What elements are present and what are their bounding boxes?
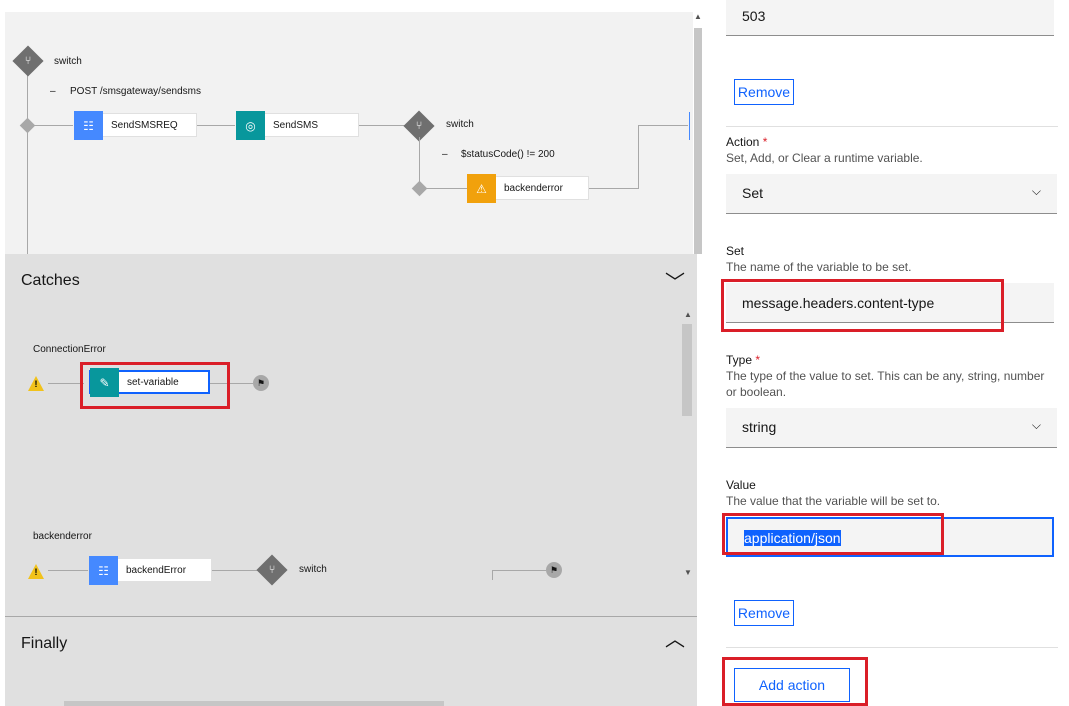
scroll-up-icon[interactable]: ▲	[684, 310, 692, 319]
case-label: $statusCode() != 200	[461, 149, 555, 160]
highlight-box	[722, 657, 868, 706]
invoke-icon: ◎	[236, 111, 265, 140]
chevron-up-icon[interactable]: ︿	[665, 623, 685, 652]
action-label-text: Action	[726, 135, 760, 149]
case-dash: –	[442, 149, 448, 160]
flow-scrollbar[interactable]	[694, 28, 702, 254]
action-helper: Set, Add, or Clear a runtime variable.	[726, 151, 923, 165]
previous-value-field[interactable]: 503	[726, 0, 1054, 36]
node-backenderror[interactable]: ⚠ backenderror	[467, 174, 589, 203]
mapping-icon: ☷	[89, 556, 118, 585]
set-label: Set	[726, 244, 745, 258]
flow-connector	[48, 383, 84, 384]
main-flow-area: ⑂ switch – POST /smsgateway/sendsms ☷ Se…	[5, 12, 693, 254]
switch-icon: ⑂	[24, 55, 32, 67]
properties-panel: 503 Remove Action * Set, Add, or Clear a…	[707, 0, 1069, 706]
warning-icon: ⚠	[467, 174, 496, 203]
switch-label: switch	[54, 56, 82, 67]
switch-label: switch	[299, 564, 327, 575]
field-value: 503	[742, 8, 766, 24]
flow-connector	[33, 125, 73, 126]
warning-mark: !	[34, 379, 38, 389]
remove-button[interactable]: Remove	[734, 79, 794, 105]
flow-connector	[359, 125, 407, 126]
switch-label: switch	[446, 119, 474, 130]
flow-end-marker	[689, 112, 690, 140]
mapping-icon: ☷	[74, 111, 103, 140]
warning-mark: !	[34, 567, 38, 577]
node-sendsms[interactable]: ◎ SendSMS	[236, 111, 359, 140]
remove-button[interactable]: Remove	[734, 600, 794, 626]
flow-connector	[638, 125, 688, 126]
flow-connector	[212, 570, 258, 571]
horizontal-scrollbar[interactable]	[64, 701, 444, 706]
node-backend-error[interactable]: ☷ backendError	[89, 556, 212, 585]
highlight-box	[721, 279, 1004, 332]
flag-icon: ⚑	[253, 375, 269, 391]
type-helper: The type of the value to set. This can b…	[726, 369, 1045, 399]
select-value: Set	[742, 185, 764, 201]
divider	[726, 126, 1058, 127]
switch-icon: ⑂	[268, 564, 276, 576]
type-label: Type *	[726, 353, 760, 367]
required-mark: *	[762, 135, 768, 149]
flow-connector	[589, 188, 639, 189]
case-dash: –	[50, 86, 56, 97]
divider	[726, 647, 1058, 648]
catches-scrollbar[interactable]	[682, 324, 692, 416]
flow-connector	[492, 570, 493, 580]
highlight-box	[80, 362, 230, 409]
flow-connector	[638, 125, 639, 189]
flow-canvas: ⑂ switch – POST /smsgateway/sendsms ☷ Se…	[0, 0, 707, 706]
value-label: Value	[726, 478, 756, 492]
finally-section: Finally ︿	[5, 616, 697, 706]
node-sendsmsreq[interactable]: ☷ SendSMSREQ	[74, 111, 197, 140]
node-label: SendSMSREQ	[111, 119, 178, 131]
flow-connector	[197, 125, 235, 126]
catches-section: Catches ﹀ ConnectionError ! ✎ set-variab…	[5, 254, 697, 616]
scroll-up-icon[interactable]: ▲	[694, 12, 702, 21]
catch-label: backenderror	[33, 531, 92, 542]
flow-connector	[48, 570, 88, 571]
chevron-down-icon[interactable]: ﹀	[665, 266, 685, 295]
type-select[interactable]: string ⌵	[726, 408, 1057, 448]
catch-label: ConnectionError	[33, 344, 106, 355]
finally-title: Finally	[21, 635, 68, 652]
type-label-text: Type	[726, 353, 753, 367]
flow-connector	[425, 188, 467, 189]
action-select[interactable]: Set ⌵	[726, 174, 1057, 214]
scroll-down-icon[interactable]: ▼	[684, 568, 692, 577]
node-label: SendSMS	[273, 119, 319, 131]
highlight-box	[722, 513, 944, 555]
chevron-down-icon: ⌵	[1031, 418, 1041, 432]
set-helper: The name of the variable to be set.	[726, 260, 912, 274]
flag-icon: ⚑	[546, 562, 562, 578]
value-helper: The value that the variable will be set …	[726, 494, 941, 508]
chevron-down-icon: ⌵	[1031, 184, 1041, 198]
required-mark: *	[755, 353, 761, 367]
select-value: string	[742, 419, 777, 435]
action-label: Action *	[726, 135, 767, 149]
flow-connector	[492, 570, 546, 571]
node-label: backenderror	[504, 182, 563, 194]
flow-connector	[27, 72, 28, 254]
catches-title: Catches	[21, 272, 80, 289]
case-label: POST /smsgateway/sendsms	[70, 86, 201, 97]
node-label: backendError	[126, 564, 187, 576]
